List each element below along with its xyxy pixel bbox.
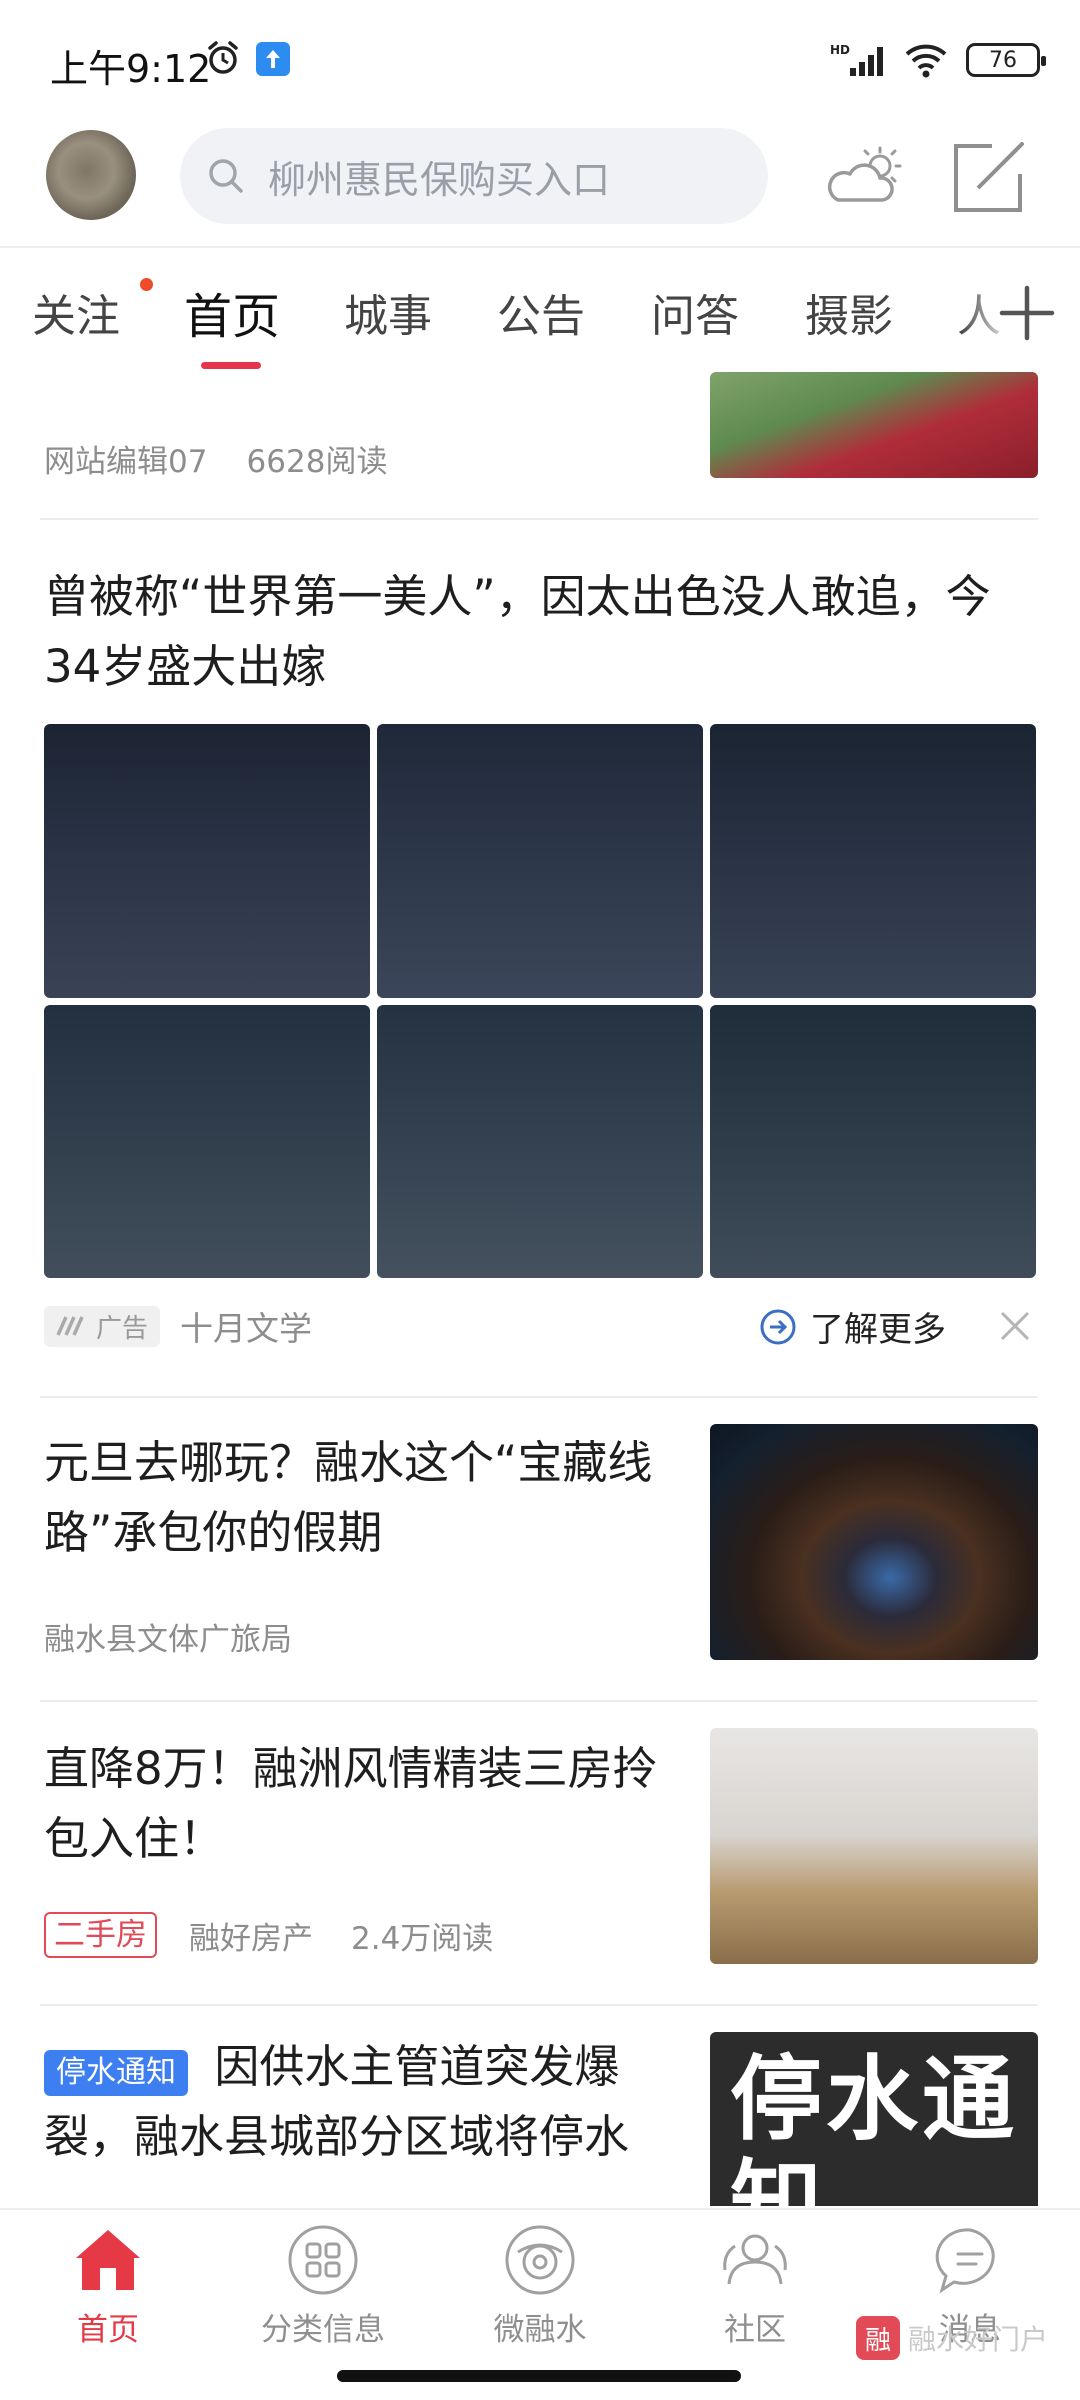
tab-qa[interactable]: 问答 (651, 280, 739, 344)
ad-photo (710, 1005, 1036, 1278)
status-bar: 上午9:12 HD 76 (0, 0, 1080, 120)
home-indicator[interactable] (337, 2370, 741, 2382)
ad-label: 广告 (96, 1313, 149, 1344)
ad-badge: 广告 (44, 1305, 161, 1347)
status-right-group: HD 76 (830, 40, 1046, 80)
ad-photo (377, 1005, 703, 1278)
active-tab-indicator (201, 362, 261, 369)
ad-logo-icon (56, 1316, 84, 1336)
nav-community[interactable]: 社区 (675, 2224, 835, 2349)
thumbnail-text: 停水通知 (730, 2046, 1019, 2207)
learn-more-button[interactable]: 了解更多 (758, 1302, 946, 1351)
status-time: 上午9:12 (50, 47, 212, 91)
ad-footer: 广告 十月文学 了解更多 (44, 1296, 1036, 1356)
community-icon (723, 2234, 787, 2285)
tab-announcement[interactable]: 公告 (497, 280, 585, 344)
watermark-text: 融水好门户 (908, 2323, 1049, 2356)
ad-source: 十月文学 (180, 1309, 313, 1348)
close-icon[interactable] (998, 1309, 1032, 1343)
alarm-icon (208, 41, 238, 74)
avatar[interactable] (46, 130, 136, 220)
weirongshui-icon (505, 2225, 575, 2295)
nav-home[interactable]: 首页 (28, 2224, 188, 2349)
news-thumbnail: 停水通知 (710, 2032, 1038, 2206)
nav-weirongshui[interactable]: 微融水 (460, 2224, 620, 2349)
search-placeholder: 柳州惠民保购买入口 (268, 157, 611, 202)
learn-more-label: 了解更多 (810, 1310, 946, 1350)
news-item[interactable]: 元旦去哪玩？融水这个“宝藏线路”承包你的假期 融水县文体广旅局 (0, 1398, 1080, 1700)
news-thumbnail (710, 1728, 1038, 1964)
battery-level: 76 (989, 47, 1017, 73)
ad-image-grid (44, 724, 1036, 1278)
tab-home[interactable]: 首页 (184, 277, 280, 347)
news-item[interactable]: 直降8万！融洲风情精装三房拎包入住！ 二手房 融好房产 2.4万阅读 (0, 1702, 1080, 2004)
svg-text:HD: HD (830, 43, 850, 57)
signal-icon: HD (830, 43, 883, 76)
partial-news-item[interactable]: 网站编辑07 6628阅读 (0, 372, 1080, 520)
ad-photo (44, 724, 370, 998)
nav-label: 社区 (724, 2312, 786, 2348)
notice-tag: 停水通知 (44, 2050, 188, 2096)
add-channel-icon[interactable] (998, 284, 1056, 342)
category-icon (288, 2225, 358, 2295)
nav-label: 微融水 (493, 2312, 587, 2348)
top-header: 柳州惠民保购买入口 (0, 120, 1080, 248)
home-icon (76, 2230, 140, 2290)
tab-photography[interactable]: 摄影 (805, 280, 893, 344)
arrow-circle-icon (760, 1309, 796, 1344)
ad-title: 曾被称“世界第一美人”，因太出色没人敢追，今34岁盛大出嫁 (44, 570, 991, 693)
watermark: 融 融水好门户 (856, 2316, 1048, 2360)
search-icon (209, 159, 243, 193)
category-tag: 二手房 (44, 1912, 157, 1958)
weather-icon[interactable] (822, 144, 904, 208)
nav-label: 分类信息 (261, 2312, 385, 2348)
news-meta: 二手房 融好房产 2.4万阅读 (44, 1912, 493, 1958)
watermark-logo-icon: 融 (856, 2316, 900, 2360)
ad-photo (377, 724, 703, 998)
edit-post-icon[interactable] (948, 136, 1028, 216)
ad-photo (44, 1005, 370, 1278)
wifi-icon (905, 44, 947, 78)
partial-reads: 6628阅读 (246, 444, 388, 480)
news-title-block: 停水通知 因供水主管道突发爆裂，融水县城部分区域将停水 (44, 2032, 674, 2172)
news-thumbnail (710, 1424, 1038, 1660)
news-title: 元旦去哪玩？融水这个“宝藏线路”承包你的假期 (44, 1436, 653, 1559)
news-title: 直降8万！融洲风情精装三房拎包入住！ (44, 1742, 658, 1865)
unread-dot (140, 278, 153, 291)
search-bar[interactable]: 柳州惠民保购买入口 (180, 128, 768, 224)
ad-photo (710, 724, 1036, 998)
news-source: 融好房产 (189, 1920, 313, 1957)
battery-indicator: 76 (966, 43, 1046, 77)
ad-item[interactable]: 曾被称“世界第一美人”，因太出色没人敢追，今34岁盛大出嫁 广告 十月文学 了解… (0, 520, 1080, 1396)
partial-thumbnail (710, 372, 1038, 478)
news-item[interactable]: 停水通知 因供水主管道突发爆裂，融水县城部分区域将停水 停水通知 (0, 2006, 1080, 2206)
partial-author: 网站编辑07 (44, 444, 208, 480)
news-reads: 2.4万阅读 (351, 1920, 494, 1957)
news-source: 融水县文体广旅局 (44, 1622, 292, 1658)
channel-tabs: 关注 首页 城事 公告 问答 摄影 人 (0, 250, 1080, 372)
message-icon (935, 2228, 995, 2294)
nav-label: 首页 (77, 2312, 139, 2348)
upload-notification-icon (256, 42, 290, 76)
tab-city-news[interactable]: 城事 (344, 280, 432, 344)
tab-follow[interactable]: 关注 (32, 280, 120, 344)
nav-category[interactable]: 分类信息 (243, 2224, 403, 2349)
